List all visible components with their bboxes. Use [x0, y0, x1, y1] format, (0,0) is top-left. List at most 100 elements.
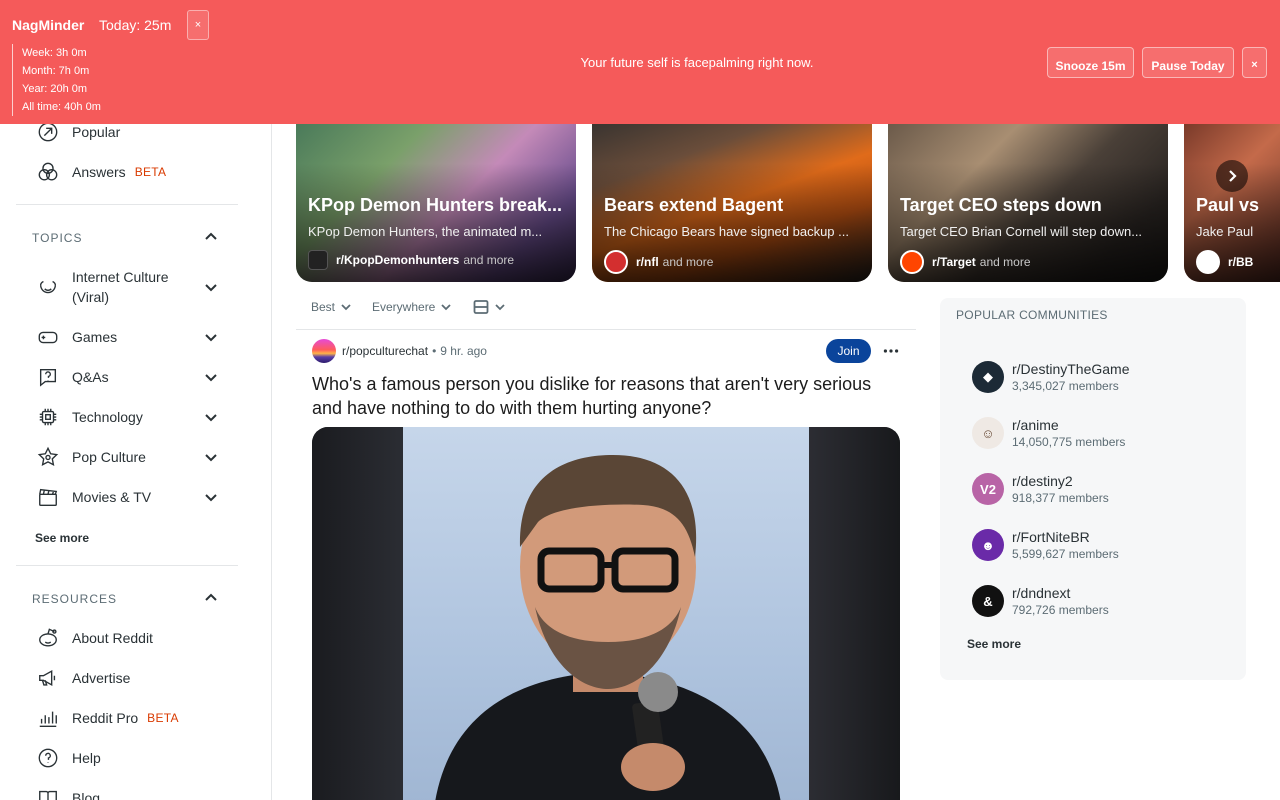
topics-heading: TOPICS [32, 231, 83, 245]
sidebar-item-label: About Reddit [72, 630, 153, 646]
card-title: Bears extend Bagent [604, 195, 784, 215]
communities-see-more-button[interactable]: See more [967, 637, 1021, 651]
expand-chevron-down-icon[interactable] [203, 329, 219, 345]
chip-icon [36, 405, 60, 429]
sidebar-item-internet-culture[interactable]: Internet Culture (Viral) [36, 267, 186, 307]
expand-chevron-down-icon[interactable] [203, 409, 219, 425]
more-options-icon[interactable] [880, 341, 902, 361]
sidebar-item-label: Pop Culture [72, 449, 146, 465]
sidebar-item-label: Q&As [72, 369, 109, 385]
community-item[interactable]: ☺ r/anime 14,050,775 members [972, 416, 1125, 450]
card-subtitle: KPop Demon Hunters, the animated m... [308, 224, 543, 239]
card-source: r/BB [1196, 250, 1253, 274]
carousel-card[interactable]: Paul vs Jake Paul r/BB [1184, 124, 1280, 282]
beta-badge: BETA [147, 711, 179, 725]
star-icon [36, 445, 60, 469]
community-item[interactable]: ☻ r/FortNiteBR 5,599,627 members [972, 528, 1119, 562]
sidebar-item-label: Blog [72, 790, 101, 800]
destiny-avatar: ◆ [972, 361, 1004, 393]
sidebar-item-answers[interactable]: Answers BETA [36, 160, 166, 184]
pause-today-button[interactable]: Pause Today [1142, 47, 1234, 78]
community-name: r/anime [1012, 417, 1059, 433]
card-community: r/BB [1228, 255, 1254, 269]
community-name: r/FortNiteBR [1012, 529, 1090, 545]
join-button[interactable]: Join [826, 339, 871, 363]
dndnext-avatar: & [972, 585, 1004, 617]
expand-chevron-down-icon[interactable] [203, 489, 219, 505]
sidebar-item-label: Popular [72, 124, 121, 140]
sidebar-item-blog[interactable]: Blog [36, 786, 100, 800]
sidebar-item-label: Games [72, 329, 118, 345]
popular-communities-panel: POPULAR COMMUNITIES ◆ r/DestinyTheGame 3… [940, 298, 1246, 680]
sidebar-item-pop-culture[interactable]: Pop Culture [36, 445, 146, 469]
collapse-resources-chevron-up-icon[interactable] [203, 590, 219, 606]
topics-see-more-button[interactable]: See more [35, 531, 89, 545]
card-and-more: and more [979, 255, 1031, 269]
community-item[interactable]: ◆ r/DestinyTheGame 3,345,027 members [972, 360, 1129, 394]
card-subtitle: Jake Paul [1196, 224, 1254, 239]
community-name: r/destiny2 [1012, 473, 1073, 489]
beta-badge: BETA [134, 165, 167, 179]
stat-all-time: All time: 40h 0m [22, 101, 101, 113]
stat-year: Year: 20h 0m [22, 83, 88, 95]
community-name: r/DestinyTheGame [1012, 361, 1130, 377]
divider [16, 204, 238, 205]
card-source: r/Target and more [900, 250, 1031, 274]
card-subtitle: Target CEO Brian Cornell will step down.… [900, 224, 1143, 239]
community-members: 792,726 members [1012, 603, 1109, 617]
view-mode-dropdown[interactable] [473, 299, 506, 315]
gamepad-icon [36, 325, 60, 349]
divider [16, 565, 238, 566]
post-title[interactable]: Who's a famous person you dislike for re… [312, 372, 902, 420]
expand-chevron-down-icon[interactable] [203, 449, 219, 465]
expand-chevron-down-icon[interactable] [203, 369, 219, 385]
sidebar-item-games[interactable]: Games [36, 325, 117, 349]
collapse-topics-chevron-up-icon[interactable] [203, 229, 219, 245]
community-members: 3,345,027 members [1012, 379, 1119, 393]
sidebar-item-about-reddit[interactable]: About Reddit [36, 626, 153, 650]
sidebar-item-label: Internet Culture (Viral) [72, 269, 169, 305]
chevron-down-icon [495, 304, 505, 311]
community-name: r/dndnext [1012, 585, 1071, 601]
nagminder-banner: NagMinder Today: 25m × Week: 3h 0m Month… [0, 0, 1280, 124]
location-label: Everywhere [372, 300, 436, 314]
community-item[interactable]: V2 r/destiny2 918,377 members [972, 472, 1109, 506]
sidebar-item-help[interactable]: Help [36, 746, 101, 770]
post-image[interactable] [312, 427, 900, 800]
banner-close-icon[interactable]: × [1242, 47, 1267, 78]
clapper-icon [36, 485, 60, 509]
chevron-down-icon [341, 304, 351, 311]
community-item[interactable]: & r/dndnext 792,726 members [972, 584, 1109, 618]
stats-close-icon[interactable]: × [187, 10, 209, 40]
card-source: r/nfl and more [604, 250, 713, 274]
sidebar-item-advertise[interactable]: Advertise [36, 666, 130, 690]
answers-icon [36, 160, 60, 184]
stat-month: Month: 7h 0m [22, 65, 90, 77]
carousel-card[interactable]: Target CEO steps down Target CEO Brian C… [888, 124, 1168, 282]
snooze-button[interactable]: Snooze 15m [1047, 47, 1134, 78]
carousel-card[interactable]: Bears extend Bagent The Chicago Bears ha… [592, 124, 872, 282]
sidebar-item-label: Help [72, 750, 101, 766]
card-title: Target CEO steps down [900, 195, 1102, 215]
location-dropdown[interactable]: Everywhere [372, 300, 452, 314]
community-members: 5,599,627 members [1012, 547, 1119, 561]
sidebar-item-movies-tv[interactable]: Movies & TV [36, 485, 151, 509]
carousel-next-chevron-right-icon[interactable] [1216, 160, 1248, 192]
sidebar-item-technology[interactable]: Technology [36, 405, 143, 429]
sort-dropdown[interactable]: Best [311, 300, 352, 314]
feed-sort-bar: Best Everywhere [296, 296, 916, 330]
megaphone-icon [36, 666, 60, 690]
sidebar-item-qas[interactable]: Q&As [36, 365, 109, 389]
post-subreddit-link[interactable]: r/popculturechat [342, 344, 428, 358]
sidebar-item-reddit-pro[interactable]: Reddit Pro BETA [36, 706, 179, 730]
subreddit-avatar[interactable] [312, 339, 336, 363]
carousel-card[interactable]: KPop Demon Hunters break... KPop Demon H… [296, 124, 576, 282]
nfl-logo-icon [604, 250, 628, 274]
card-community: r/nfl [636, 255, 659, 269]
sidebar-item-label: Movies & TV [72, 489, 152, 505]
anime-avatar: ☺ [972, 417, 1004, 449]
card-subtitle: The Chicago Bears have signed backup ... [604, 224, 849, 239]
card-title: KPop Demon Hunters break... [308, 195, 563, 215]
sidebar-item-label: Reddit Pro [72, 710, 139, 726]
expand-chevron-down-icon[interactable] [203, 279, 219, 295]
